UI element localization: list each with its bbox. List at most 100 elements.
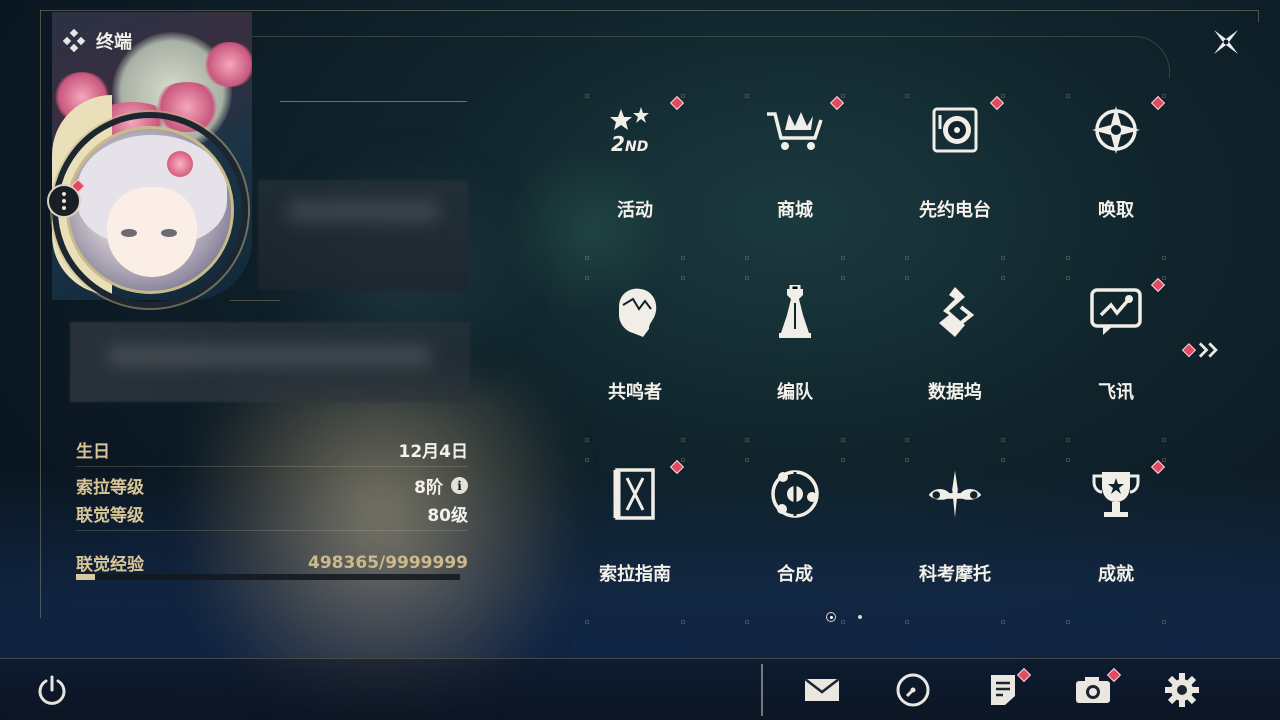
menu-item-label: 合成 xyxy=(777,564,813,585)
cell-corner-mark xyxy=(1162,276,1166,280)
double-chevron-right-icon xyxy=(1198,342,1218,358)
radio-turntable-icon xyxy=(925,100,985,160)
blossom-art xyxy=(202,42,252,87)
menu-item-6[interactable]: 数据坞 xyxy=(875,270,1035,446)
close-button[interactable] xyxy=(1208,24,1244,60)
cell-corner-mark xyxy=(585,458,589,462)
player-signature-area[interactable] xyxy=(70,322,470,402)
stat-value-group: 8阶 i xyxy=(414,473,468,498)
menu-item-label: 编队 xyxy=(777,382,813,403)
info-icon[interactable]: i xyxy=(451,477,468,494)
menu-item-label: 先约电台 xyxy=(919,200,991,221)
page-indicator[interactable] xyxy=(858,615,862,619)
notification-badge xyxy=(1150,95,1166,111)
exp-progress-bar xyxy=(76,574,460,580)
cell-corner-mark xyxy=(585,620,589,624)
stat-value: 80级 xyxy=(427,506,468,526)
settings-button[interactable] xyxy=(1162,670,1202,710)
notice-document-icon xyxy=(991,675,1015,705)
stat-exp: 联觉经验 498365/9999999 xyxy=(76,550,468,576)
exp-progress-fill xyxy=(76,574,96,580)
menu-item-label: 索拉指南 xyxy=(599,564,671,585)
notification-badge xyxy=(669,95,685,111)
cell-corner-mark xyxy=(905,438,909,442)
cell-corner-mark xyxy=(905,620,909,624)
svg-text:2: 2 xyxy=(611,132,625,155)
cell-corner-mark xyxy=(585,276,589,280)
message-chat-icon xyxy=(1086,282,1146,342)
power-button[interactable] xyxy=(32,670,72,710)
divider xyxy=(76,530,468,531)
svg-text:ND: ND xyxy=(625,139,648,155)
menu-item-label: 共鸣者 xyxy=(608,382,662,403)
bottom-separator xyxy=(761,664,763,716)
cell-corner-mark xyxy=(1066,620,1070,624)
pagination xyxy=(826,612,862,622)
cell-corner-mark xyxy=(841,256,845,260)
cell-corner-mark xyxy=(585,94,589,98)
synthesis-orbit-icon xyxy=(765,464,825,524)
compass-star-icon xyxy=(1086,100,1146,160)
menu-item-2[interactable]: 先约电台 xyxy=(875,88,1035,264)
menu-item-9[interactable]: 合成 xyxy=(715,452,875,628)
menu-item-label: 数据坞 xyxy=(928,382,982,403)
cell-corner-mark xyxy=(681,94,685,98)
notification-badge xyxy=(669,459,685,475)
camera-icon xyxy=(1076,677,1110,703)
menu-item-3[interactable]: 唤取 xyxy=(1036,88,1196,264)
avatar[interactable] xyxy=(66,126,234,294)
frame-left-line xyxy=(40,10,41,618)
mail-button[interactable] xyxy=(802,670,842,710)
power-icon xyxy=(38,675,66,705)
divider xyxy=(76,466,468,467)
cell-corner-mark xyxy=(905,276,909,280)
notification-badge xyxy=(1150,277,1166,293)
page-indicator-active[interactable] xyxy=(826,612,836,622)
menu-item-label: 活动 xyxy=(617,200,653,221)
cell-corner-mark xyxy=(681,458,685,462)
clock-button[interactable] xyxy=(893,670,933,710)
event-stars-icon: 2 ND xyxy=(605,100,665,160)
terminal-header: 终端 xyxy=(62,28,132,54)
menu-item-5[interactable]: 编队 xyxy=(715,270,875,446)
cell-corner-mark xyxy=(1001,276,1005,280)
character-head-icon xyxy=(605,282,665,342)
stat-value: 12月4日 xyxy=(398,442,469,462)
notification-badge xyxy=(989,95,1005,111)
cell-corner-mark xyxy=(1162,256,1166,260)
menu-item-8[interactable]: 索拉指南 xyxy=(555,452,715,628)
cell-corner-mark xyxy=(745,276,749,280)
gear-icon xyxy=(1165,673,1199,707)
stat-label: 联觉等级 xyxy=(76,506,144,526)
cell-corner-mark xyxy=(841,276,845,280)
cell-corner-mark xyxy=(745,458,749,462)
avatar-eye xyxy=(161,229,177,237)
cell-corner-mark xyxy=(841,458,845,462)
next-page-button[interactable] xyxy=(1180,338,1222,362)
avatar-face xyxy=(107,187,197,277)
menu-item-label: 唤取 xyxy=(1098,200,1134,221)
player-name-area xyxy=(258,180,468,290)
cell-corner-mark xyxy=(1066,438,1070,442)
cell-corner-mark xyxy=(1162,438,1166,442)
cell-corner-mark xyxy=(681,620,685,624)
menu-item-10[interactable]: 科考摩托 xyxy=(875,452,1035,628)
motorbike-icon xyxy=(925,464,985,524)
stat-label: 索拉等级 xyxy=(76,478,144,498)
stat-synesthesia-level: 联觉等级 80级 xyxy=(76,501,468,526)
stat-sola-level: 索拉等级 8阶 i xyxy=(76,473,468,498)
menu-item-11[interactable]: 成就 xyxy=(1036,452,1196,628)
cell-corner-mark xyxy=(745,256,749,260)
menu-item-1[interactable]: 商城 xyxy=(715,88,875,264)
guide-book-icon xyxy=(605,464,665,524)
stat-value: 8阶 xyxy=(414,478,443,498)
stat-label: 生日 xyxy=(76,442,110,462)
chess-team-icon xyxy=(765,282,825,342)
cell-corner-mark xyxy=(1066,94,1070,98)
menu-item-7[interactable]: 飞讯 xyxy=(1036,270,1196,446)
menu-item-0[interactable]: 2 ND 活动 xyxy=(555,88,715,264)
menu-item-4[interactable]: 共鸣者 xyxy=(555,270,715,446)
frame-inner-curve xyxy=(250,36,1170,78)
frame-top-line xyxy=(40,10,1258,11)
menu-item-label: 飞讯 xyxy=(1098,382,1134,403)
